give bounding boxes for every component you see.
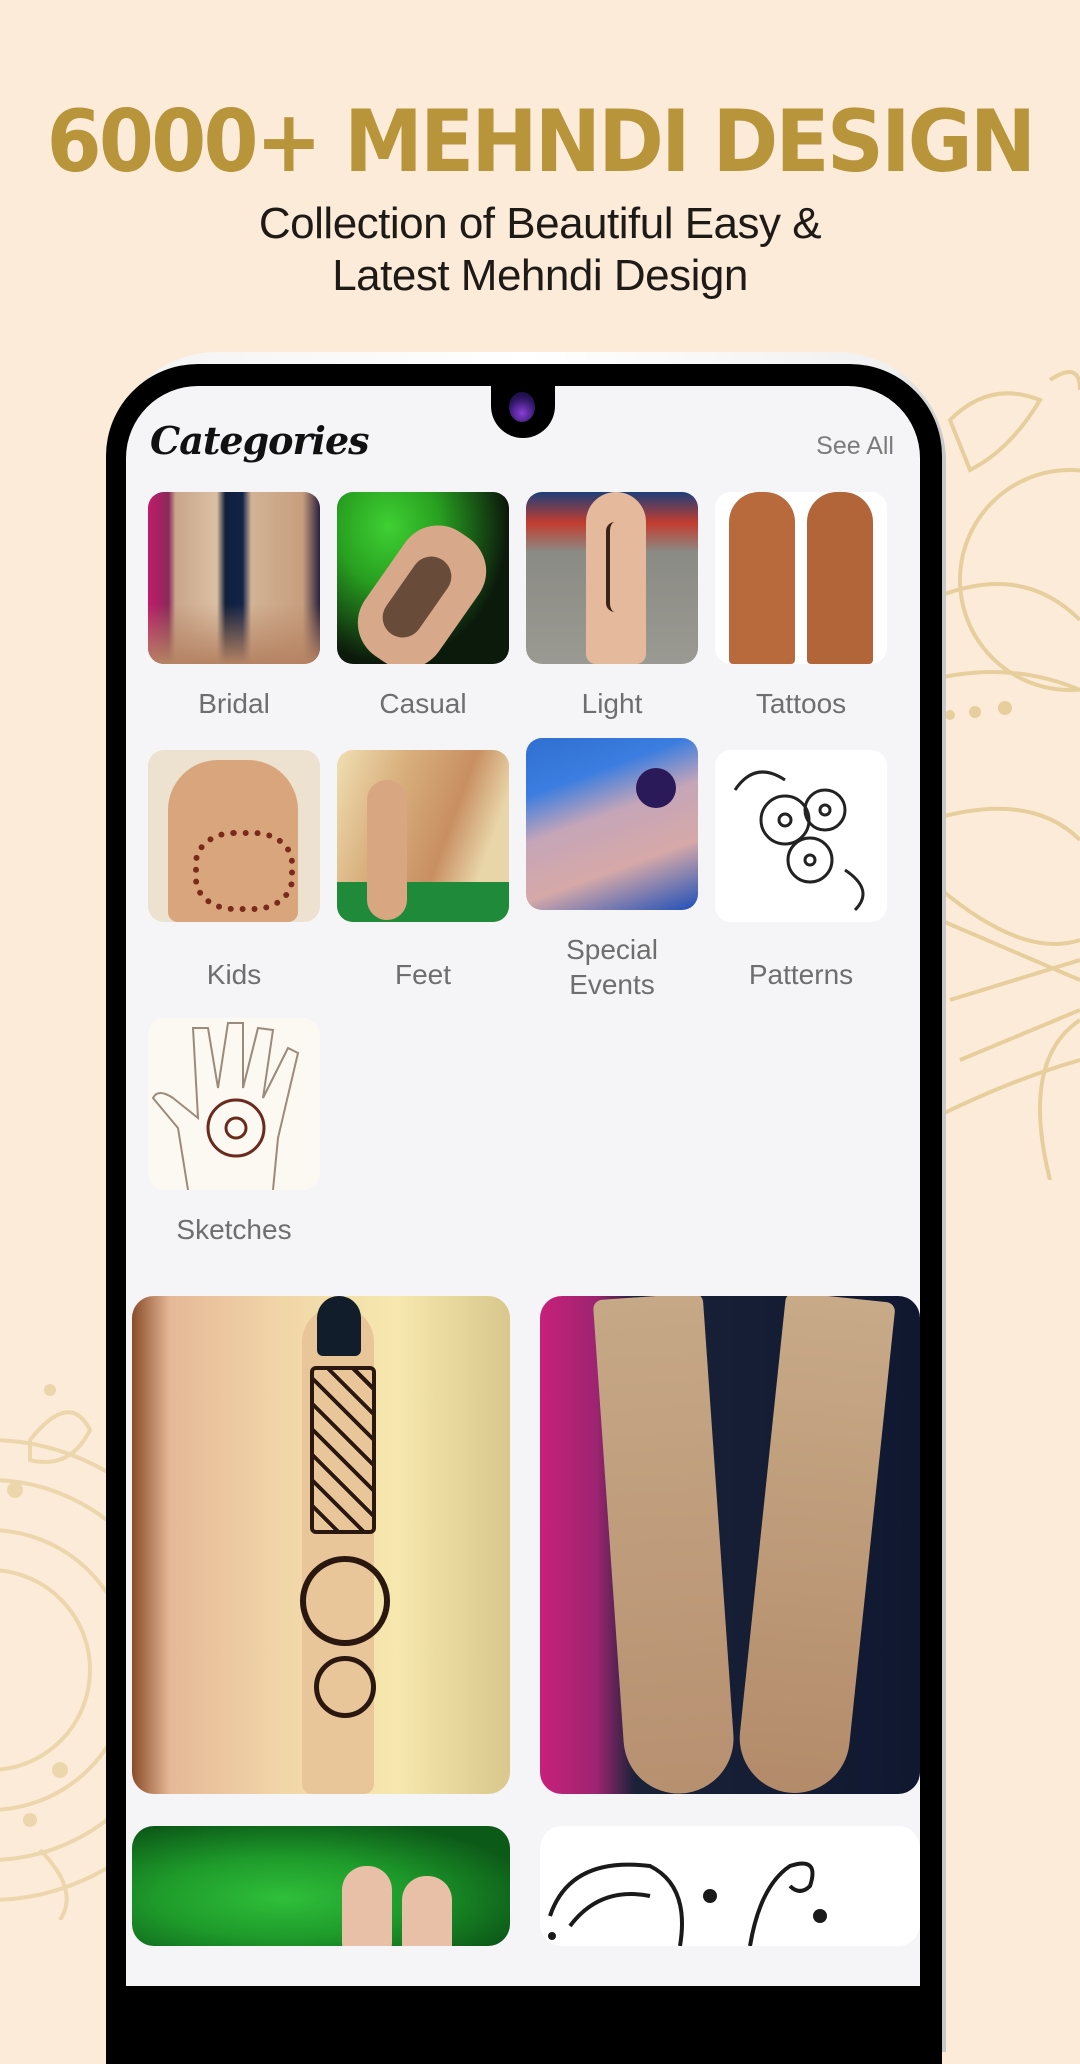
category-special-events[interactable]: Special Events [524,738,700,1002]
feed-card-paisley-pattern-design[interactable] [540,1826,920,1946]
category-feet[interactable]: Feet [335,750,511,992]
front-camera-icon [509,392,535,422]
category-label: Kids [206,959,262,990]
floral-decoration-right [930,370,1080,1180]
light-arm-image [526,492,698,664]
category-bridal[interactable]: Bridal [146,492,322,721]
tattoo-hands-image [715,492,887,664]
category-label: Patterns [748,959,854,990]
casual-hand-image [337,492,509,664]
category-tattoos[interactable]: Tattoos [713,492,889,721]
sketch-hand-image [148,1018,320,1190]
promo-subtitle-line2: Latest Mehndi Design [332,251,748,300]
pattern-image [715,750,887,922]
category-casual[interactable]: Casual [335,492,511,721]
category-light[interactable]: Light [524,492,700,721]
bridal-hands-image [148,492,320,664]
category-patterns[interactable]: Patterns [713,750,889,992]
feet-image [337,750,509,922]
category-label: Sketches [176,1214,292,1245]
feed-card-finger-mehndi-design[interactable] [132,1296,510,1794]
promo-subtitle: Collection of Beautiful Easy & Latest Me… [0,198,1080,302]
feed-card-bridal-arms-design[interactable] [540,1296,920,1794]
see-all-link[interactable]: See All [816,432,894,461]
kids-hand-image [148,750,320,922]
category-label: Casual [379,688,467,719]
feed-card-green-leaves-hand-design[interactable] [132,1826,510,1946]
category-kids[interactable]: Kids [146,750,322,992]
category-label: Light [581,688,643,719]
promo-headline: 6000+ MEHNDI DESIGN [46,92,1037,192]
special-events-image [526,738,698,910]
category-sketches[interactable]: Sketches [146,1018,322,1247]
categories-title: Categories [150,418,370,463]
category-label: Special Events [566,934,658,1000]
category-label: Feet [394,959,452,990]
mandala-decoration-left [0,1384,110,1920]
promo-subtitle-line1: Collection of Beautiful Easy & [258,199,822,248]
category-label: Bridal [198,688,270,719]
category-label: Tattoos [755,688,847,719]
